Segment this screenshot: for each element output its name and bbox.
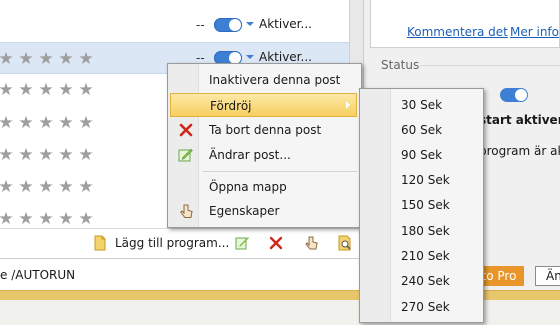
start-activate-text: start aktivera (479, 113, 560, 127)
delay-option[interactable]: 240 Sek (362, 269, 479, 293)
star-icon[interactable]: ★ (78, 51, 94, 68)
star-icon[interactable]: ★ (18, 211, 34, 228)
list-row[interactable]: -- Aktiver... (0, 9, 349, 41)
delay-option-label: 240 Sek (401, 274, 450, 288)
delay-option[interactable]: 90 Sek (362, 143, 479, 167)
more-info-link[interactable]: Mer info (510, 25, 559, 39)
search-file-icon[interactable] (337, 235, 353, 251)
star-icon[interactable]: ★ (58, 211, 74, 228)
activate-label[interactable]: Aktiver... (259, 50, 312, 64)
red-x-icon (179, 123, 193, 137)
delay-option[interactable]: 270 Sek (362, 295, 479, 319)
row-status: -- (196, 18, 205, 32)
star-icon[interactable]: ★ (58, 115, 74, 132)
edit-icon (178, 148, 193, 162)
star-icon[interactable]: ★ (0, 211, 14, 228)
star-icon[interactable]: ★ (58, 82, 74, 99)
rating-stars[interactable]: ★ ★ ★ ★ ★ (0, 147, 98, 164)
command-line-bar: e /AUTORUN (0, 258, 363, 291)
hand-pointer-icon (180, 204, 193, 218)
star-icon[interactable]: ★ (58, 51, 74, 68)
star-icon[interactable]: ★ (38, 147, 54, 164)
star-icon[interactable]: ★ (78, 147, 94, 164)
star-icon[interactable]: ★ (38, 82, 54, 99)
rating-stars[interactable]: ★ ★ ★ ★ ★ (0, 82, 98, 99)
menu-item-label: Fördröj (210, 99, 252, 113)
star-icon[interactable]: ★ (78, 179, 94, 196)
details-top: Kommentera det Mer info (370, 0, 560, 48)
menu-item-delay[interactable]: Fördröj (170, 93, 357, 117)
command-line-text: e /AUTORUN (0, 268, 76, 282)
comment-link[interactable]: Kommentera det (407, 25, 508, 39)
star-icon[interactable]: ★ (38, 211, 54, 228)
star-icon[interactable]: ★ (18, 82, 34, 99)
star-icon[interactable]: ★ (0, 147, 14, 164)
star-icon[interactable]: ★ (38, 51, 54, 68)
program-status-text: program är akti (479, 144, 560, 158)
rating-stars[interactable]: ★ ★ ★ ★ ★ (0, 211, 98, 228)
menu-item-open-folder[interactable]: Öppna mapp (170, 175, 357, 199)
rating-stars[interactable]: ★ ★ ★ ★ ★ (0, 179, 98, 196)
delay-option[interactable]: 120 Sek (362, 168, 479, 192)
delay-option[interactable]: 30 Sek (362, 93, 479, 117)
menu-item-label: Öppna mapp (209, 180, 287, 194)
star-icon[interactable]: ★ (38, 115, 54, 132)
bottom-toolbar: Lägg till program... (0, 228, 363, 258)
star-icon[interactable]: ★ (0, 82, 14, 99)
divider (420, 65, 560, 66)
enable-toggle[interactable] (214, 18, 242, 32)
add-program-button[interactable]: Lägg till program... (115, 236, 229, 250)
status-heading: Status (381, 58, 420, 72)
chevron-down-icon[interactable] (246, 22, 254, 26)
delete-icon[interactable] (268, 235, 284, 251)
delay-option[interactable]: 210 Sek (362, 244, 479, 268)
delay-option-label: 180 Sek (401, 224, 450, 238)
delay-option-label: 210 Sek (401, 249, 450, 263)
delay-option-label: 150 Sek (401, 198, 450, 212)
star-icon[interactable]: ★ (58, 147, 74, 164)
star-icon[interactable]: ★ (0, 115, 14, 132)
star-icon[interactable]: ★ (38, 179, 54, 196)
secondary-button[interactable]: Än (535, 266, 560, 286)
chevron-down-icon[interactable] (246, 55, 254, 59)
delay-option[interactable]: 180 Sek (362, 219, 479, 243)
menu-item-edit[interactable]: Ändrar post... (170, 143, 357, 167)
star-icon[interactable]: ★ (0, 51, 14, 68)
menu-separator (202, 171, 357, 172)
menu-item-properties[interactable]: Egenskaper (170, 199, 357, 223)
context-menu: Inaktivera denna post Fördröj Ta bort de… (167, 63, 362, 228)
menu-item-label: Egenskaper (209, 204, 280, 218)
delay-option-label: 30 Sek (401, 98, 443, 112)
delay-option[interactable]: 150 Sek (362, 193, 479, 217)
rating-stars[interactable]: ★ ★ ★ ★ ★ (0, 115, 98, 132)
delay-option-label: 120 Sek (401, 173, 450, 187)
add-program-icon[interactable] (92, 235, 108, 251)
delay-option-label: 60 Sek (401, 123, 443, 137)
star-icon[interactable]: ★ (78, 211, 94, 228)
star-icon[interactable]: ★ (18, 115, 34, 132)
star-icon[interactable]: ★ (78, 115, 94, 132)
delay-option[interactable]: 60 Sek (362, 118, 479, 142)
chevron-right-icon (346, 101, 350, 109)
menu-item-label: Inaktivera denna post (209, 73, 341, 87)
hand-pointer-icon[interactable] (303, 235, 319, 251)
star-icon[interactable]: ★ (18, 179, 34, 196)
menu-item-label: Ändrar post... (209, 148, 291, 162)
status-toggle[interactable] (500, 88, 528, 102)
activate-label[interactable]: Aktiver... (259, 17, 312, 31)
delay-option-label: 90 Sek (401, 148, 443, 162)
star-icon[interactable]: ★ (18, 51, 34, 68)
menu-item-delete[interactable]: Ta bort denna post (170, 118, 357, 142)
star-icon[interactable]: ★ (0, 179, 14, 196)
delay-option-label: 270 Sek (401, 300, 450, 314)
delay-submenu: 30 Sek 60 Sek 90 Sek 120 Sek 150 Sek 180… (359, 88, 484, 323)
star-icon[interactable]: ★ (18, 147, 34, 164)
menu-item-disable[interactable]: Inaktivera denna post (170, 68, 357, 92)
edit-icon[interactable] (234, 235, 250, 251)
menu-item-label: Ta bort denna post (209, 123, 322, 137)
star-icon[interactable]: ★ (78, 82, 94, 99)
rating-stars[interactable]: ★ ★ ★ ★ ★ (0, 51, 98, 68)
star-icon[interactable]: ★ (58, 179, 74, 196)
